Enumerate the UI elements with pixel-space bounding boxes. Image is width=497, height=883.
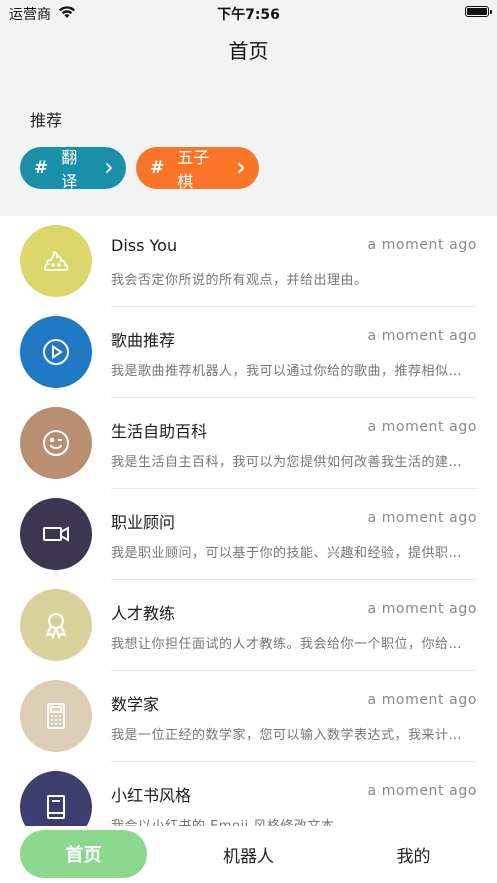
item-time: a moment ago: [367, 783, 477, 799]
hash-icon: #: [150, 158, 165, 178]
page-title: 首页: [228, 39, 269, 63]
item-subtitle: 我是职业顾问，可以基于你的技能、兴趣和经验，提供职业建议。: [111, 546, 471, 561]
hash-icon: #: [34, 158, 49, 178]
avatar: [20, 225, 92, 297]
avatar: [20, 407, 92, 479]
item-subtitle: 我想让你担任面试的人才教练。我会给你一个职位，你给出问题。: [111, 637, 471, 652]
list-item[interactable]: 生活自助百科 a moment ago 我是生活自主百科，我可以为您提供如何改善…: [0, 398, 497, 489]
tab-bar: 首页 机器人 我的: [0, 826, 497, 883]
item-title: 人才教练: [111, 604, 176, 623]
recommend-section: 推荐 # 翻译 # 五子棋: [0, 76, 497, 216]
avatar: [20, 771, 92, 826]
wink-face-icon: [43, 430, 69, 456]
nav-bar: 首页: [0, 26, 497, 76]
play-icon: [43, 339, 69, 365]
list-item[interactable]: 职业顾问 a moment ago 我是职业顾问，可以基于你的技能、兴趣和经验，…: [0, 489, 497, 580]
chevron-right-icon: [105, 162, 112, 174]
calculator-icon: [47, 703, 65, 729]
item-time: a moment ago: [367, 328, 477, 344]
list-item[interactable]: 歌曲推荐 a moment ago 我是歌曲推荐机器人，我可以通过你给的歌曲，推…: [0, 307, 497, 398]
item-time: a moment ago: [367, 692, 477, 708]
chip-label: 翻译: [61, 148, 78, 191]
chip-gomoku[interactable]: # 五子棋: [136, 147, 259, 191]
tab-home[interactable]: 首页: [20, 830, 147, 878]
chevron-right-icon: [238, 162, 245, 174]
item-subtitle: 我是一位正经的数学家，您可以输入数学表达式，我来计算结果。: [111, 728, 471, 743]
avatar: [20, 589, 92, 661]
item-title: Diss You: [111, 236, 178, 255]
poop-icon: [44, 251, 69, 271]
tab-mine[interactable]: 我的: [350, 830, 477, 878]
item-subtitle: 我是歌曲推荐机器人，我可以通过你给的歌曲，推荐相似的歌曲。: [111, 364, 471, 379]
list-item[interactable]: 小红书风格 a moment ago 我会以小红书的 Emoji 风格修改文本: [0, 762, 497, 826]
list-item[interactable]: Diss You a moment ago 我会否定你所说的所有观点，并给出理由…: [0, 216, 497, 307]
status-bar: 运营商 下午7:56: [0, 0, 497, 26]
battery-icon: [465, 6, 492, 17]
item-time: a moment ago: [367, 419, 477, 435]
item-subtitle: 我会以小红书的 Emoji 风格修改文本: [111, 815, 471, 826]
list-item[interactable]: 人才教练 a moment ago 我想让你担任面试的人才教练。我会给你一个职位…: [0, 580, 497, 671]
avatar: [20, 498, 92, 570]
item-title: 数学家: [111, 695, 160, 714]
bot-list: Diss You a moment ago 我会否定你所说的所有观点，并给出理由…: [0, 216, 497, 826]
video-camera-icon: [43, 526, 69, 542]
item-title: 小红书风格: [111, 786, 192, 805]
item-title: 歌曲推荐: [111, 331, 176, 350]
chip-label: 五子棋: [177, 148, 210, 191]
avatar: [20, 680, 92, 752]
clock-time: 下午7:56: [217, 7, 280, 23]
item-title: 职业顾问: [111, 513, 176, 532]
item-subtitle: 我是生活自主百科，我可以为您提供如何改善我生活的建议。: [111, 455, 471, 470]
item-time: a moment ago: [367, 237, 477, 253]
item-time: a moment ago: [367, 510, 477, 526]
item-time: a moment ago: [367, 601, 477, 617]
item-subtitle: 我会否定你所说的所有观点，并给出理由。: [111, 273, 368, 288]
recommend-label: 推荐: [30, 111, 63, 130]
chip-translate[interactable]: # 翻译: [20, 147, 126, 191]
award-icon: [45, 613, 67, 640]
book-icon: [47, 795, 65, 819]
tab-robot[interactable]: 机器人: [185, 830, 312, 878]
list-item[interactable]: 数学家 a moment ago 我是一位正经的数学家，您可以输入数学表达式，我…: [0, 671, 497, 762]
item-title: 生活自助百科: [111, 422, 208, 441]
avatar: [20, 316, 92, 388]
